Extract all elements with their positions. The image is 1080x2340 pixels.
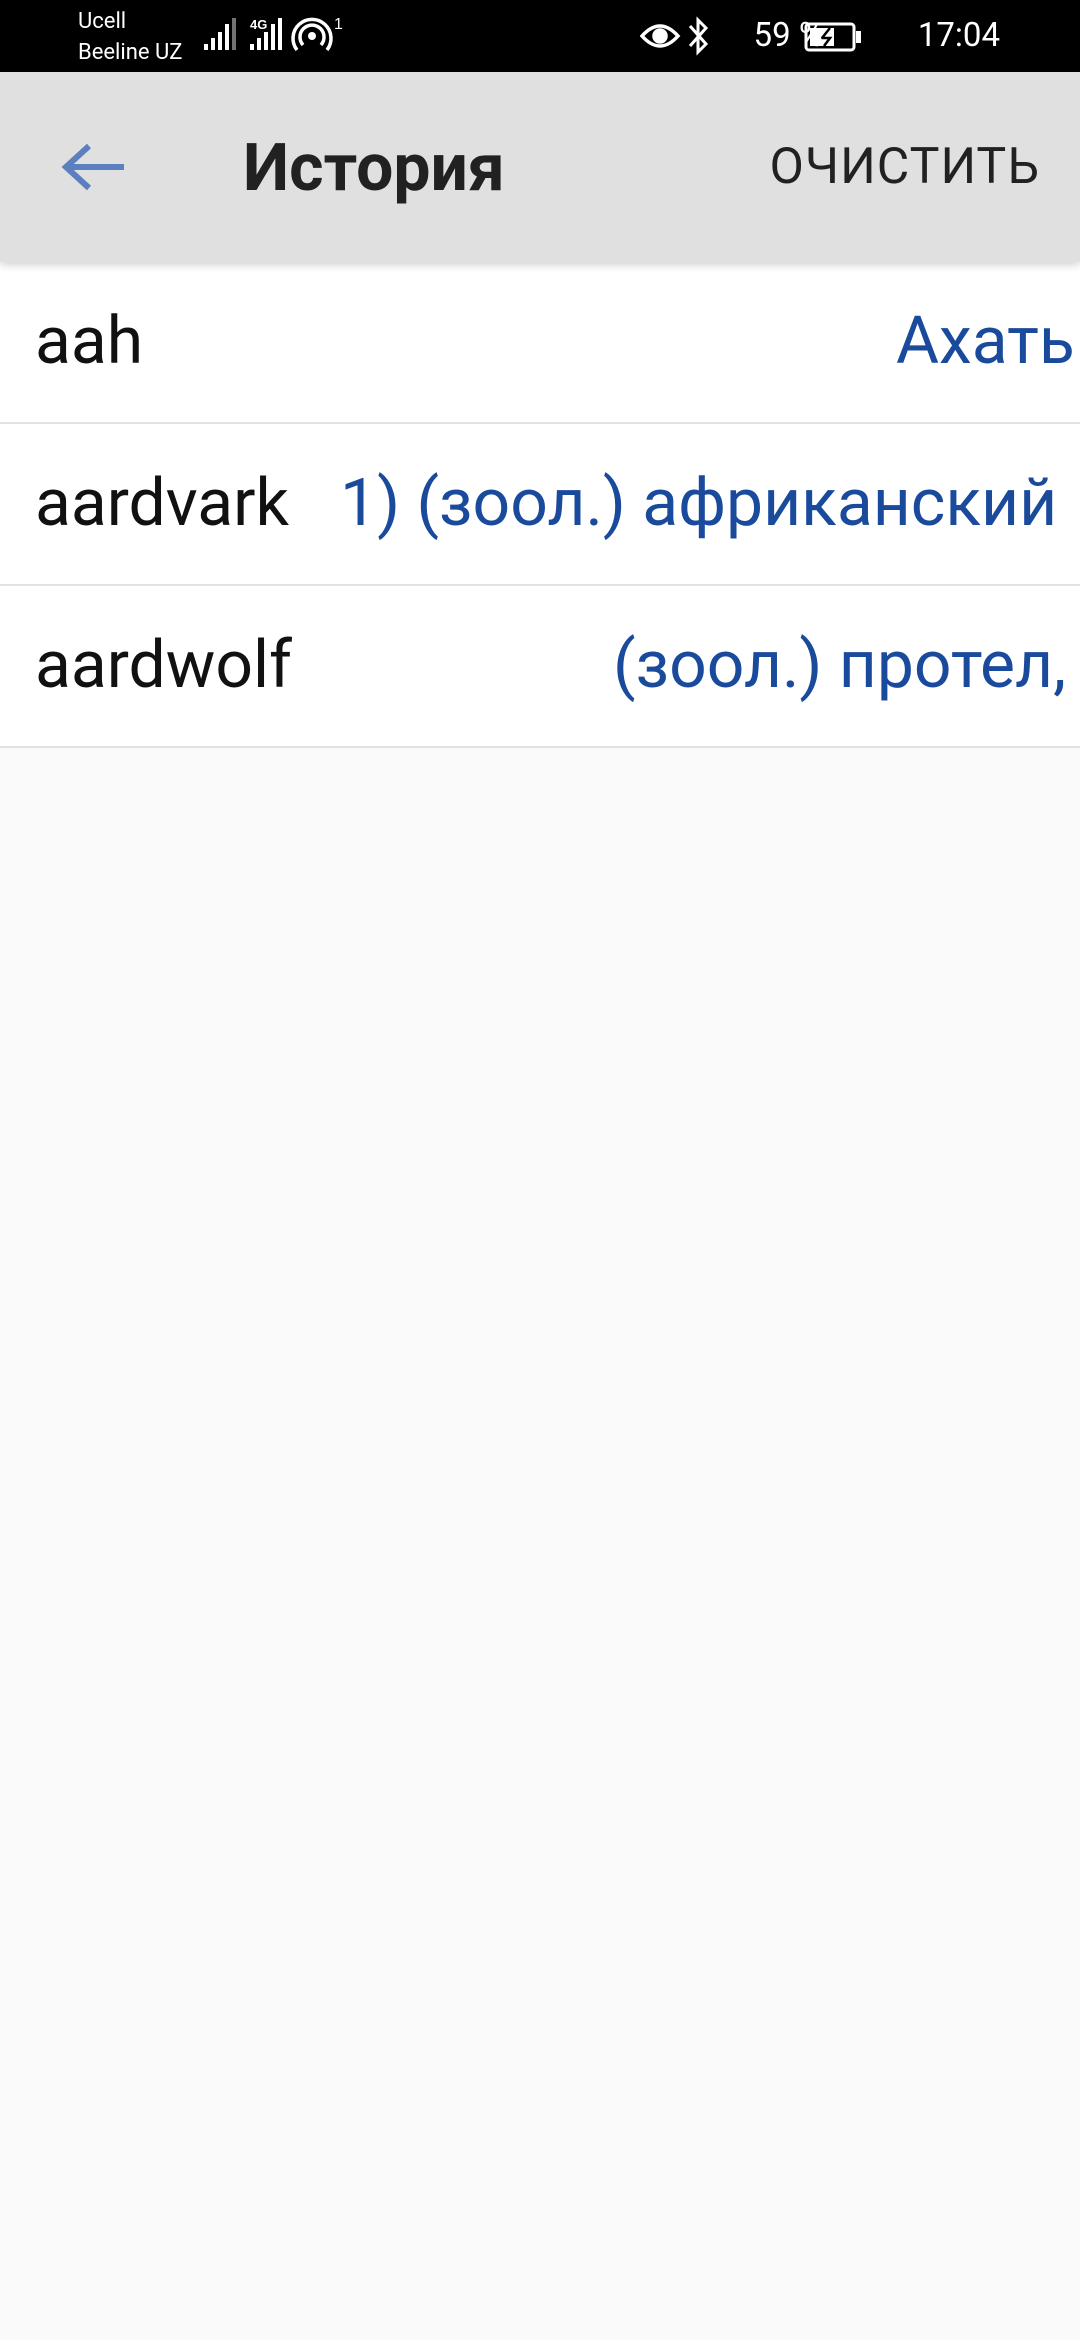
history-word: aah xyxy=(35,303,144,380)
history-word: aardvark xyxy=(35,465,289,542)
arrow-back-icon xyxy=(61,143,124,191)
signal-icons: 4G 1 xyxy=(204,16,343,52)
history-translation: 1) (зоол.) африканский xyxy=(340,465,1058,542)
carrier-2: Beeline UZ xyxy=(78,40,183,65)
history-item[interactable]: aah Ахать xyxy=(0,262,1080,424)
carrier-names: Ucell Beeline UZ xyxy=(78,6,182,68)
back-button[interactable] xyxy=(44,122,144,212)
clock: 17:04 xyxy=(917,16,1000,55)
history-list: aah Ахать aardvark 1) (зоол.) африкански… xyxy=(0,262,1080,748)
app-bar: История ОЧИСТИТЬ xyxy=(0,72,1080,262)
status-bar: Ucell Beeline UZ 4G 1 59 % 17:04 xyxy=(0,0,1080,72)
page-title: История xyxy=(243,130,505,207)
history-item[interactable]: aardwolf (зоол.) протел, xyxy=(0,586,1080,748)
network-type-label: 4G xyxy=(250,17,267,32)
eye-comfort-icon xyxy=(640,24,681,48)
history-translation: (зоол.) протел, xyxy=(613,627,1067,704)
carrier-1: Ucell xyxy=(78,9,127,34)
history-translation: Ахать xyxy=(896,303,1075,380)
clear-history-button[interactable]: ОЧИСТИТЬ xyxy=(770,127,1041,207)
history-item[interactable]: aardvark 1) (зоол.) африканский xyxy=(0,424,1080,586)
hotspot-count: 1 xyxy=(334,16,343,33)
history-word: aardwolf xyxy=(35,627,293,704)
signal-strength-icon xyxy=(204,18,236,50)
battery-percent: 59 % xyxy=(753,16,823,55)
bluetooth-icon xyxy=(688,16,709,56)
hotspot-icon xyxy=(291,17,333,52)
